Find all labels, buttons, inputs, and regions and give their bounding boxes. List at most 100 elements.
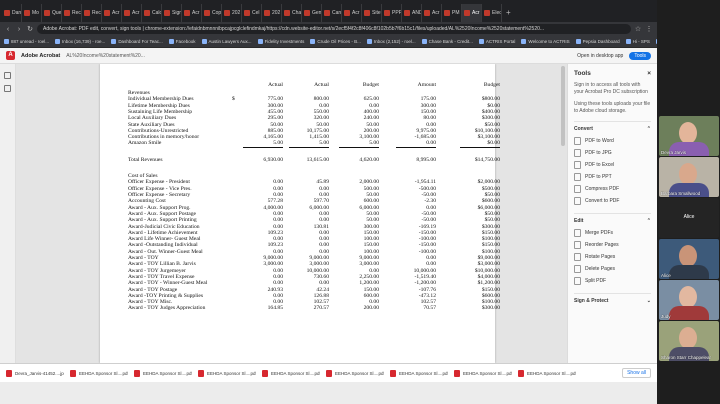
tab-favicon-icon [304, 10, 310, 16]
bookmark-item[interactable]: Hi - SPS [625, 39, 650, 44]
browser-tab[interactable]: Elec [482, 4, 502, 22]
row-value: $150.00 [481, 286, 500, 293]
tool-item[interactable]: PDF to JPG [574, 147, 651, 159]
new-tab-button[interactable]: + [502, 4, 515, 22]
bookmark-item[interactable]: Chase Bank - Credit... [421, 39, 473, 44]
bookmark-item[interactable]: 887 unread - roel... [4, 39, 49, 44]
tool-item[interactable]: Rotate Pages [574, 251, 651, 263]
tool-item[interactable]: PDF to Excel [574, 159, 651, 171]
download-item[interactable]: Devra_Jarvis-41452....jpg [6, 369, 64, 377]
browser-tab[interactable]: PPP [382, 4, 402, 22]
bookmark-item[interactable]: Inbox (16,739) - roe... [55, 39, 105, 44]
browser-tab[interactable]: Mo [22, 4, 42, 22]
bookmark-label: Inbox (2,152) - roel... [373, 39, 416, 44]
download-item[interactable]: EEHDA Sponsor Sl....pdf [518, 369, 576, 377]
tools-button[interactable]: Tools [629, 51, 651, 60]
tool-item[interactable]: Split PDF [574, 275, 651, 287]
row-label: Sustaining Life Membership [128, 108, 193, 115]
convert-section[interactable]: Convert ⌃ [574, 121, 651, 132]
sign-heading: Sign & Protect [574, 298, 609, 304]
scrollbar[interactable] [561, 66, 565, 146]
download-item[interactable]: EEHDA Sponsor Sl....pdf [326, 369, 384, 377]
tool-item[interactable]: Delete Pages [574, 263, 651, 275]
download-item[interactable]: EEHDA Sponsor Sl....pdf [134, 369, 192, 377]
browser-tab[interactable]: Calc [142, 4, 162, 22]
tab-strip: Dan Mo Que Rec Rec Acr Acr Calc Sign Acr Cop 202 Cel… [0, 0, 657, 22]
bookmark-item[interactable]: Crude Oil Prices - B... [310, 39, 361, 44]
participant-tile[interactable]: Barbara Smallwood [659, 157, 719, 197]
browser-tab[interactable]: 202 [262, 4, 282, 22]
participant-tile[interactable]: Alice [659, 198, 719, 238]
browser-tab[interactable]: Cel [242, 4, 262, 22]
download-item[interactable]: EEHDA Sponsor Sl....pdf [390, 369, 448, 377]
browser-tab[interactable]: Dan [2, 4, 22, 22]
row-value: 164.85 [267, 305, 283, 312]
browser-tab[interactable]: Can [322, 4, 342, 22]
download-item[interactable]: EEHDA Sponsor Sl....pdf [70, 369, 128, 377]
browser-tab[interactable]: PM [442, 4, 462, 22]
extensions-icon[interactable]: ⋮ [645, 25, 653, 33]
tool-item[interactable]: Reorder Pages [574, 239, 651, 251]
bookmark-item[interactable]: Facebook [168, 39, 196, 44]
tool-item[interactable]: Merge PDFs [574, 227, 651, 239]
bookmark-item[interactable]: Pepsia Dashboard [575, 39, 620, 44]
browser-tab[interactable]: AND [402, 4, 422, 22]
pdf-viewer[interactable]: Actual Actual Budget Amount Budget Revenues In… [16, 64, 567, 363]
browser-tab[interactable]: Que [42, 4, 62, 22]
row-value: $50.00 [484, 217, 500, 224]
close-icon[interactable]: × [647, 70, 651, 77]
sign-section[interactable]: Sign & Protect ⌄ [574, 293, 651, 304]
browser-tab[interactable]: Sign [162, 4, 182, 22]
browser-tab[interactable]: Acr [102, 4, 122, 22]
bookmarks-icon[interactable] [4, 85, 11, 92]
tool-item[interactable]: Compress PDF [574, 183, 651, 195]
browser-tab[interactable]: Acr [342, 4, 362, 22]
browser-tab[interactable]: Acr [422, 4, 442, 22]
address-input[interactable]: Adobe Acrobat: PDF edit, convert, sign t… [37, 24, 631, 34]
tool-item[interactable]: PDF to PPT [574, 171, 651, 183]
tool-label: Rotate Pages [585, 254, 616, 260]
participant-tile[interactable]: Alice [659, 239, 719, 279]
bookmark-item[interactable]: Inbox (2,152) - roel... [366, 39, 416, 44]
browser-tab[interactable]: Site [362, 4, 382, 22]
participant-tile[interactable]: Devra Jarvis [659, 116, 719, 156]
browser-tab[interactable]: Acr [462, 4, 482, 22]
tool-item[interactable]: Convert to PDF [574, 195, 651, 207]
download-item[interactable]: EEHDA Sponsor Sl....pdf [262, 369, 320, 377]
bookmark-item[interactable]: Dashboard For Teac... [111, 39, 163, 44]
row-value: 200.00 [363, 127, 379, 134]
bookmark-item[interactable]: ACTRIS Portal [478, 39, 515, 44]
bookmark-item[interactable]: Fidelity Investments [257, 39, 304, 44]
participant-tile[interactable]: Judy [659, 280, 719, 320]
tab-favicon-icon [164, 10, 170, 16]
browser-tab[interactable]: Rec [62, 4, 82, 22]
download-item[interactable]: EEHDA Sponsor Sl....pdf [198, 369, 256, 377]
participant-name: Alice [661, 273, 671, 278]
browser-tab[interactable]: 202 [222, 4, 242, 22]
edit-section[interactable]: Edit ⌃ [574, 213, 651, 224]
browser-tab[interactable]: Rec [82, 4, 102, 22]
open-desktop-button[interactable]: Open in desktop app [577, 53, 623, 59]
tools-description: Sign in to access all tools with your Ac… [574, 82, 648, 95]
thumbnails-icon[interactable] [4, 72, 11, 79]
participant-tile[interactable]: Sharon Starr Chappelear [659, 321, 719, 361]
browser-tab[interactable]: Gen [302, 4, 322, 22]
row-value: 4,165.00 [263, 134, 283, 141]
download-item[interactable]: EEHDA Sponsor Sl....pdf [454, 369, 512, 377]
back-icon[interactable]: ‹ [4, 26, 12, 33]
row-value: 775.00 [267, 96, 283, 103]
tab-favicon-icon [184, 10, 190, 16]
browser-tab[interactable]: Acr [182, 4, 202, 22]
row-value: 8,995.00 [416, 156, 436, 163]
browser-tab[interactable]: Acr [122, 4, 142, 22]
bookmark-item[interactable]: Welcome to ACTRIS [521, 39, 570, 44]
reload-icon[interactable]: ↻ [26, 25, 34, 33]
browser-tab[interactable]: Cop [202, 4, 222, 22]
bookmark-item[interactable]: Austin Lawyers Aux... [201, 39, 252, 44]
show-all-button[interactable]: Show all [622, 368, 651, 378]
browser-tab[interactable]: Cha [282, 4, 302, 22]
forward-icon[interactable]: › [15, 26, 23, 33]
tool-item[interactable]: PDF to Word [574, 135, 651, 147]
row-value: 9,000.00 [263, 255, 283, 262]
star-icon[interactable]: ☆ [634, 25, 642, 33]
